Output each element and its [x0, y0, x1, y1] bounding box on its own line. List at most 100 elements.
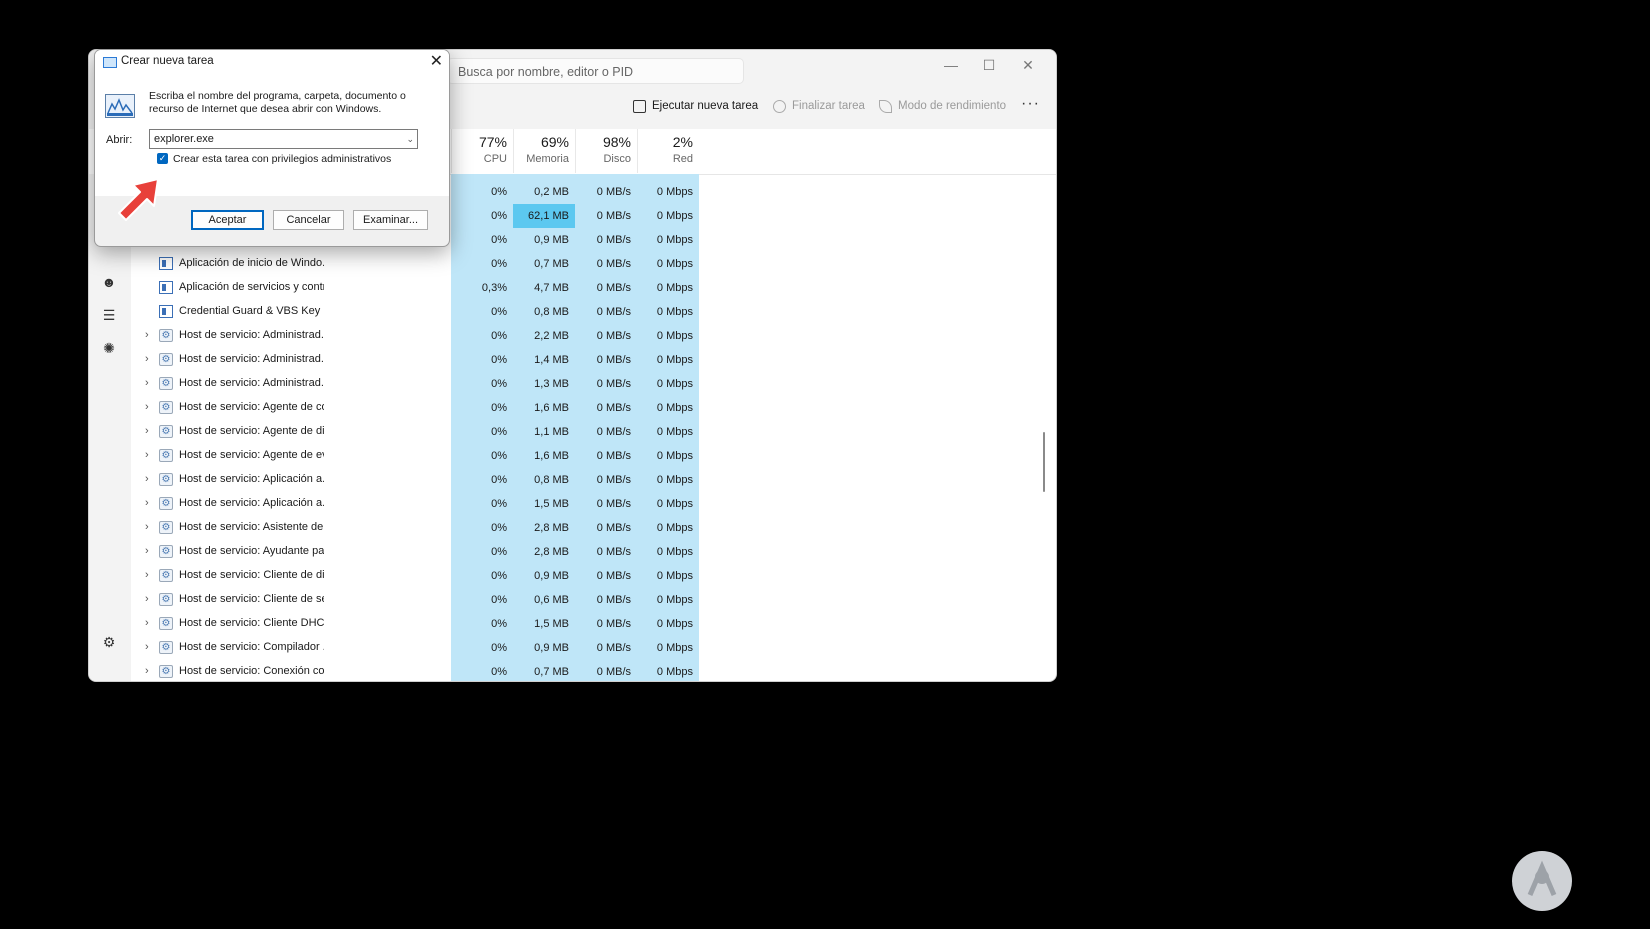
chevron-right-icon[interactable]: › [145, 569, 149, 581]
memory-cell: 1,3 MB [513, 372, 575, 396]
column-header-memory[interactable]: 69% Memoria [513, 129, 575, 173]
process-name: Host de servicio: Ayudante pa... [179, 545, 324, 557]
chevron-right-icon[interactable]: › [145, 665, 149, 677]
side-navigation: ☻ ☰ ✺ ⚙ [89, 174, 131, 681]
disk-cell: 0 MB/s [575, 588, 637, 612]
table-row[interactable]: › ⚙ Host de servicio: Conexión co... 0% 0,7 … [131, 660, 1056, 681]
cpu-cell: 0% [451, 180, 513, 204]
chevron-down-icon[interactable]: ⌄ [406, 130, 414, 148]
chevron-right-icon[interactable]: › [145, 593, 149, 605]
process-name: Host de servicio: Cliente DHCP [179, 617, 324, 629]
cpu-percent: 77% [478, 134, 507, 150]
cpu-cell: 0% [451, 660, 513, 681]
chevron-right-icon[interactable]: › [145, 641, 149, 653]
table-row[interactable]: › ⚙ Host de servicio: Aplicación a... 0% 1,5… [131, 492, 1056, 516]
process-name: Host de servicio: Compilador ... [179, 641, 324, 653]
network-cell: 0 Mbps [637, 228, 699, 252]
open-combobox[interactable]: explorer.exe ⌄ [149, 129, 418, 149]
efficiency-mode-button[interactable]: Modo de rendimiento [879, 96, 1006, 116]
table-row[interactable]: › ⚙ Host de servicio: Administrad... 0% 2,2 … [131, 324, 1056, 348]
network-cell: 0 Mbps [637, 540, 699, 564]
cpu-cell: 0% [451, 612, 513, 636]
table-row[interactable]: › ⚙ Host de servicio: Ayudante pa... 0% 2,8 … [131, 540, 1056, 564]
cpu-cell: 0% [451, 516, 513, 540]
chevron-right-icon[interactable]: › [145, 449, 149, 461]
column-header-disk[interactable]: 98% Disco [575, 129, 637, 173]
table-row[interactable]: › ⚙ Host de servicio: Asistente de ... 0% 2,… [131, 516, 1056, 540]
table-row[interactable]: › ⚙ Host de servicio: Agente de ev... 0% 1,6… [131, 444, 1056, 468]
table-row[interactable]: › ⚙ Host de servicio: Administrad... 0% 1,3 … [131, 372, 1056, 396]
memory-cell: 0,9 MB [513, 636, 575, 660]
chevron-right-icon[interactable]: › [145, 353, 149, 365]
column-header-cpu[interactable]: 77% CPU [451, 129, 513, 173]
network-cell: 0 Mbps [637, 348, 699, 372]
table-row[interactable]: › ⚙ Host de servicio: Cliente de se... 0% 0,… [131, 588, 1056, 612]
disk-cell: 0 MB/s [575, 348, 637, 372]
browse-button[interactable]: Examinar... [353, 210, 428, 230]
services-icon[interactable]: ✺ [101, 340, 117, 356]
table-row[interactable]: Aplicación de inicio de Windo... 0% 0,7 MB… [131, 252, 1056, 276]
chevron-right-icon[interactable]: › [145, 401, 149, 413]
table-row[interactable]: › ⚙ Host de servicio: Agente de di... 0% 1,1… [131, 420, 1056, 444]
network-cell: 0 Mbps [637, 660, 699, 681]
chevron-right-icon[interactable]: › [145, 473, 149, 485]
maximize-button[interactable]: ☐ [970, 52, 1008, 78]
prohibited-icon [773, 99, 786, 113]
admin-checkbox[interactable]: ✓ [157, 153, 168, 164]
cancel-button[interactable]: Cancelar [273, 210, 344, 230]
chevron-right-icon[interactable]: › [145, 425, 149, 437]
memory-cell: 0,7 MB [513, 660, 575, 681]
end-task-button[interactable]: Finalizar tarea [773, 96, 865, 116]
disk-cell: 0 MB/s [575, 564, 637, 588]
ok-button[interactable]: Aceptar [191, 210, 264, 230]
cpu-label: CPU [483, 153, 507, 165]
chevron-right-icon[interactable]: › [145, 497, 149, 509]
cpu-cell: 0% [451, 492, 513, 516]
chevron-right-icon[interactable]: › [145, 521, 149, 533]
table-row[interactable]: › ⚙ Host de servicio: Cliente de dir... 0% 0… [131, 564, 1056, 588]
disk-cell: 0 MB/s [575, 444, 637, 468]
scrollbar[interactable] [1043, 432, 1045, 492]
table-row[interactable]: › ⚙ Host de servicio: Cliente DHCP 0% 1,5 MB… [131, 612, 1056, 636]
search-input[interactable]: Busca por nombre, editor o PID [447, 58, 744, 84]
table-row[interactable]: › ⚙ Host de servicio: Compilador ... 0% 0,9 … [131, 636, 1056, 660]
network-label: Red [672, 153, 693, 165]
chevron-right-icon[interactable]: › [145, 329, 149, 341]
disk-percent: 98% [602, 134, 631, 150]
admin-checkbox-label[interactable]: Crear esta tarea con privilegios adminis… [173, 153, 391, 165]
process-name: Credential Guard & VBS Key Is... [179, 305, 324, 317]
table-row[interactable]: › ⚙ Host de servicio: Aplicación a... 0% 0,8… [131, 468, 1056, 492]
cpu-cell: 0% [451, 228, 513, 252]
process-name: Host de servicio: Conexión co... [179, 665, 324, 677]
chevron-right-icon[interactable]: › [145, 545, 149, 557]
run-new-task-button[interactable]: Ejecutar nueva tarea [633, 96, 758, 116]
service-gear-icon: ⚙ [159, 425, 173, 438]
cpu-cell: 0% [451, 636, 513, 660]
memory-cell: 2,2 MB [513, 324, 575, 348]
service-gear-icon: ⚙ [159, 329, 173, 342]
cpu-cell: 0% [451, 540, 513, 564]
minimize-button[interactable]: — [932, 52, 970, 78]
table-row[interactable]: Aplicación de servicios y contr... 0,3% 4,… [131, 276, 1056, 300]
process-name: Host de servicio: Agente de co... [179, 401, 324, 413]
column-header-network[interactable]: 2% Red [637, 129, 699, 173]
table-row[interactable]: › ⚙ Host de servicio: Agente de co... 0% 1,6… [131, 396, 1056, 420]
details-list-icon[interactable]: ☰ [101, 307, 117, 323]
memory-cell: 0,8 MB [513, 468, 575, 492]
settings-icon[interactable]: ⚙ [101, 634, 117, 650]
disk-cell: 0 MB/s [575, 276, 637, 300]
process-name: Host de servicio: Administrad... [179, 353, 324, 365]
more-options-button[interactable]: ··· [1021, 95, 1040, 113]
cpu-cell: 0% [451, 204, 513, 228]
table-row[interactable]: Credential Guard & VBS Key Is... 0%0,8 MB… [131, 300, 1056, 324]
close-window-button[interactable]: ✕ [1009, 52, 1047, 78]
process-name: Aplicación de inicio de Windo... [179, 257, 324, 269]
chevron-right-icon[interactable]: › [145, 617, 149, 629]
cpu-cell: 0% [451, 348, 513, 372]
service-gear-icon: ⚙ [159, 545, 173, 558]
table-row[interactable]: › ⚙ Host de servicio: Administrad... 0% 1,4 … [131, 348, 1056, 372]
memory-cell: 1,1 MB [513, 420, 575, 444]
dialog-close-button[interactable]: ✕ [430, 51, 443, 71]
users-icon[interactable]: ☻ [101, 274, 117, 290]
chevron-right-icon[interactable]: › [145, 377, 149, 389]
